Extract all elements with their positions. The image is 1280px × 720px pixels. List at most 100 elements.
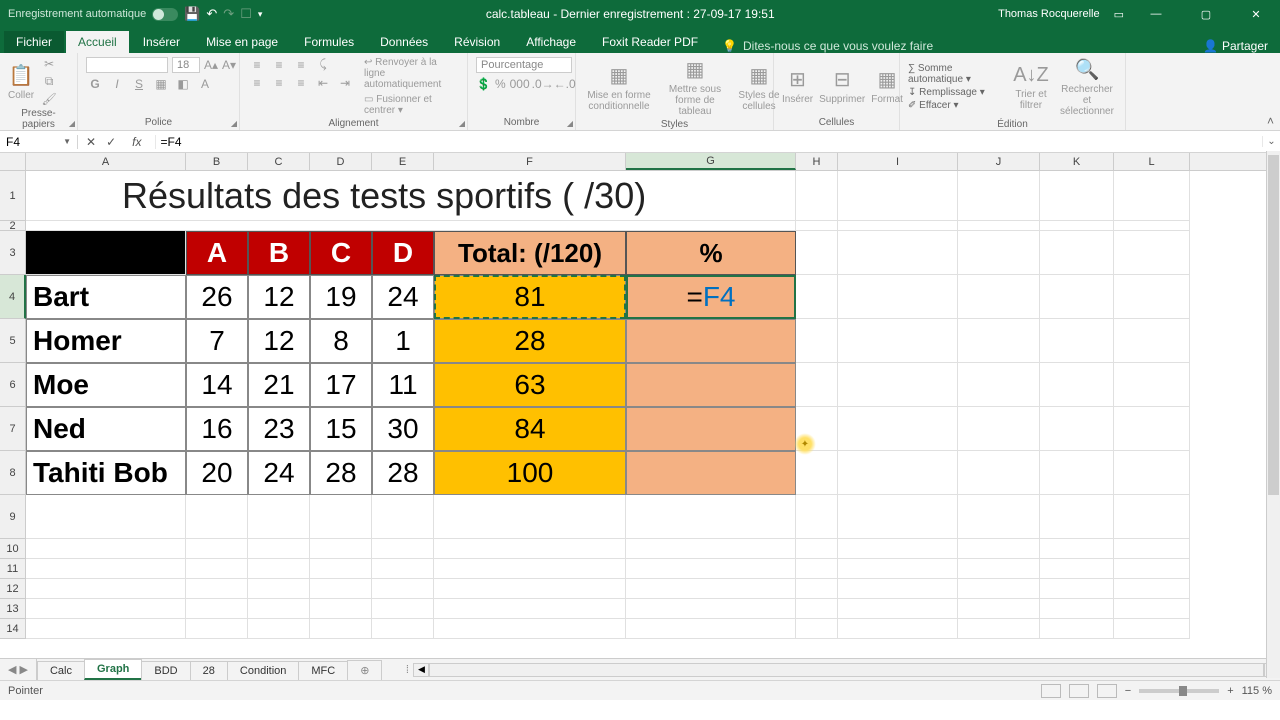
cell[interactable] <box>1114 275 1190 319</box>
data-cell[interactable]: 28 <box>310 451 372 495</box>
col-header[interactable]: L <box>1114 153 1190 170</box>
cancel-formula-icon[interactable]: ✕ <box>86 135 96 149</box>
name-cell[interactable]: Ned <box>26 407 186 451</box>
cell[interactable] <box>26 579 186 599</box>
cell[interactable] <box>1040 559 1114 579</box>
cell[interactable] <box>838 171 958 221</box>
decrease-decimal-icon[interactable]: ←.0 <box>554 77 572 91</box>
cell[interactable] <box>310 539 372 559</box>
header-cell[interactable]: B <box>248 231 310 275</box>
cell[interactable] <box>1040 275 1114 319</box>
borders-icon[interactable]: ▦ <box>152 77 170 91</box>
header-cell[interactable]: D <box>372 231 434 275</box>
header-cell[interactable]: A <box>186 231 248 275</box>
formula-bar[interactable]: =F4 <box>156 135 1262 149</box>
col-header[interactable]: J <box>958 153 1040 170</box>
cell[interactable] <box>372 539 434 559</box>
format-cells-button[interactable]: ▦Format <box>871 67 903 105</box>
shrink-font-icon[interactable]: A▾ <box>222 58 236 72</box>
cell[interactable] <box>958 171 1040 221</box>
touch-mode-icon[interactable]: ☐ <box>240 6 252 22</box>
cell[interactable] <box>626 619 796 639</box>
pct-cell[interactable] <box>626 451 796 495</box>
sheet-tab[interactable]: Graph <box>84 659 142 680</box>
data-cell[interactable]: 24 <box>372 275 434 319</box>
col-header[interactable]: C <box>248 153 310 170</box>
cell[interactable] <box>958 619 1040 639</box>
cell[interactable] <box>796 539 838 559</box>
cell[interactable] <box>1114 539 1190 559</box>
user-name[interactable]: Thomas Rocquerelle <box>998 8 1100 20</box>
pct-cell[interactable] <box>626 407 796 451</box>
cell[interactable] <box>626 579 796 599</box>
sort-filter-button[interactable]: A↓ZTrier et filtrer <box>1011 64 1051 111</box>
col-header[interactable]: D <box>310 153 372 170</box>
underline-icon[interactable]: S <box>130 77 148 91</box>
align-right-icon[interactable]: ≡ <box>292 76 310 90</box>
increase-indent-icon[interactable]: ⇥ <box>336 76 354 90</box>
cell[interactable] <box>958 539 1040 559</box>
col-header[interactable]: I <box>838 153 958 170</box>
data-cell[interactable]: 28 <box>372 451 434 495</box>
data-cell[interactable]: 1 <box>372 319 434 363</box>
cell[interactable] <box>248 539 310 559</box>
zoom-in-icon[interactable]: + <box>1227 685 1233 697</box>
conditional-formatting-button[interactable]: ▦Mise en forme conditionnelle <box>584 63 654 112</box>
cell[interactable] <box>310 579 372 599</box>
cell[interactable] <box>626 539 796 559</box>
cell[interactable] <box>186 579 248 599</box>
col-header[interactable]: A <box>26 153 186 170</box>
zoom-slider[interactable] <box>1139 689 1219 693</box>
cell[interactable] <box>1114 231 1190 275</box>
cell[interactable] <box>838 407 958 451</box>
zoom-level[interactable]: 115 % <box>1242 685 1272 697</box>
cell[interactable] <box>434 539 626 559</box>
font-size-combo[interactable] <box>172 57 200 73</box>
cell[interactable] <box>838 619 958 639</box>
tab-view[interactable]: Affichage <box>514 31 588 53</box>
cell[interactable] <box>186 539 248 559</box>
tab-layout[interactable]: Mise en page <box>194 31 290 53</box>
data-cell[interactable]: 11 <box>372 363 434 407</box>
tab-file[interactable]: Fichier <box>4 31 64 53</box>
cell[interactable] <box>838 451 958 495</box>
title-cell[interactable]: Résultats des tests sportifs ( /30) <box>26 171 796 221</box>
row-header[interactable]: 1 <box>0 171 26 221</box>
sheet-tab[interactable]: Condition <box>227 661 299 680</box>
row-header[interactable]: 14 <box>0 619 26 639</box>
cell[interactable] <box>434 619 626 639</box>
col-header[interactable]: E <box>372 153 434 170</box>
cell[interactable] <box>1114 319 1190 363</box>
cell[interactable] <box>958 275 1040 319</box>
cell[interactable] <box>1114 363 1190 407</box>
cell[interactable] <box>958 231 1040 275</box>
increase-decimal-icon[interactable]: .0→ <box>532 77 550 91</box>
paste-button[interactable]: 📋 Coller <box>8 63 34 101</box>
cell[interactable] <box>248 599 310 619</box>
cell[interactable] <box>1040 407 1114 451</box>
sheet-tab[interactable]: MFC <box>298 661 348 680</box>
cell[interactable] <box>372 495 434 539</box>
zoom-out-icon[interactable]: − <box>1125 685 1131 697</box>
number-format-combo[interactable]: Pourcentage <box>476 57 572 73</box>
align-bottom-icon[interactable]: ≡ <box>292 58 310 72</box>
currency-icon[interactable]: 💲 <box>476 77 491 91</box>
cell[interactable] <box>26 559 186 579</box>
redo-icon[interactable]: ↷ <box>223 6 234 22</box>
select-all-corner[interactable] <box>0 153 26 170</box>
cell[interactable] <box>1114 221 1190 231</box>
percent-icon[interactable]: % <box>495 77 506 91</box>
cell[interactable] <box>248 559 310 579</box>
pct-cell[interactable] <box>626 363 796 407</box>
comma-icon[interactable]: 000 <box>510 77 528 91</box>
col-header[interactable]: K <box>1040 153 1114 170</box>
row-header[interactable]: 13 <box>0 599 26 619</box>
cell[interactable] <box>248 619 310 639</box>
collapse-ribbon-icon[interactable]: ˄ <box>1267 114 1274 128</box>
cell[interactable] <box>838 495 958 539</box>
cell[interactable] <box>1114 619 1190 639</box>
tab-formulas[interactable]: Formules <box>292 31 366 53</box>
cell[interactable] <box>796 559 838 579</box>
close-button[interactable]: ✕ <box>1238 0 1274 28</box>
cell[interactable] <box>1040 319 1114 363</box>
